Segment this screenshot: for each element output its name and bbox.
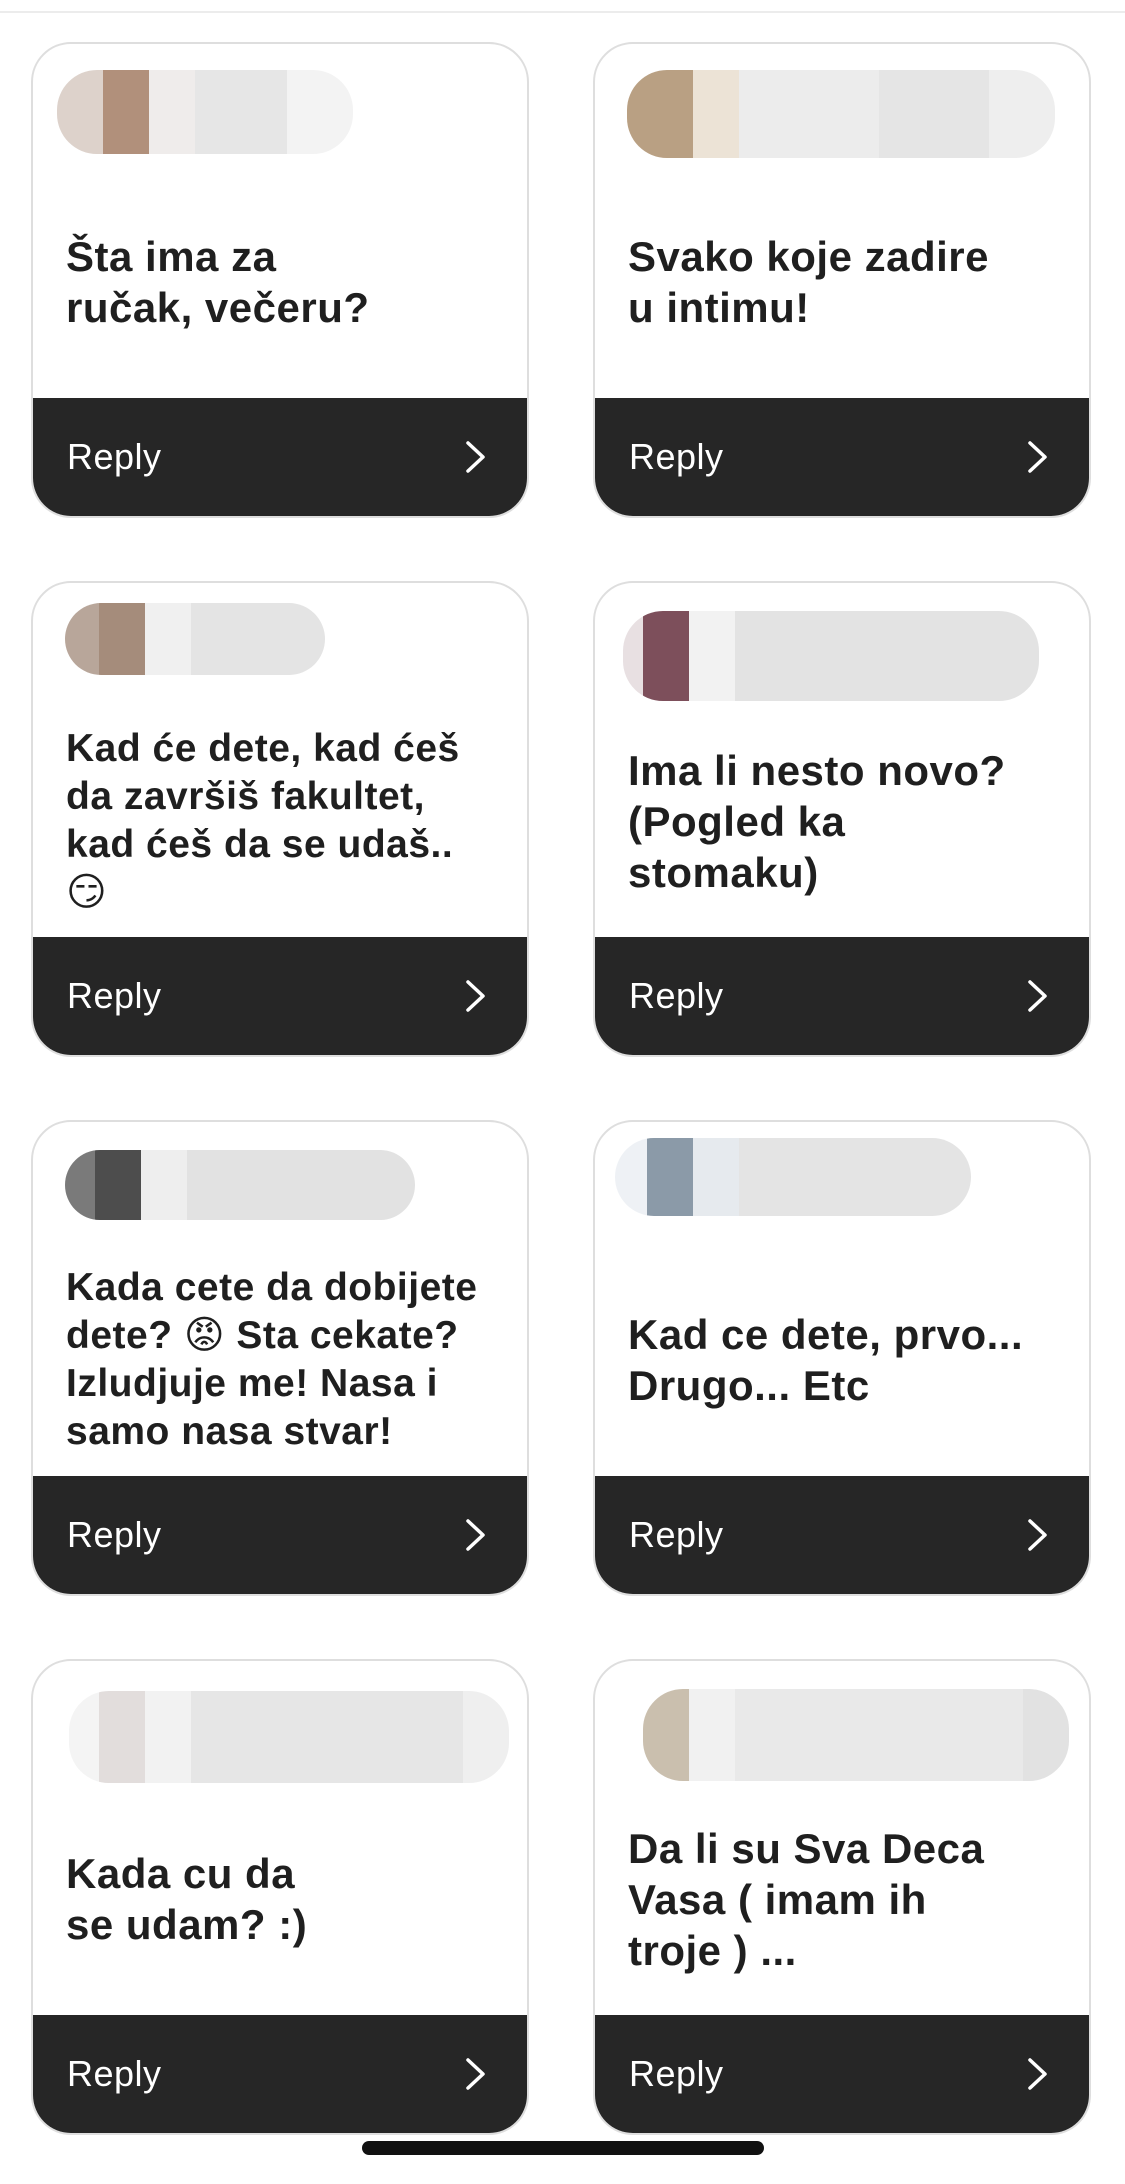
blurred-avatar-and-username — [643, 1689, 1069, 1781]
reply-button[interactable]: Reply — [33, 2015, 527, 2133]
reply-label: Reply — [629, 975, 724, 1016]
blurred-avatar-and-username — [615, 1138, 971, 1216]
response-sender — [33, 583, 527, 703]
chevron-right-icon — [459, 2057, 493, 2091]
response-card[interactable]: Ima li nesto novo? (Pogled ka stomaku) R… — [593, 581, 1091, 1057]
response-sender — [33, 44, 527, 164]
response-card[interactable]: Kada cete da dobijete dete? 😡 Sta cekate… — [31, 1120, 529, 1596]
question-text: Kada cu da se udam? :) — [66, 1850, 308, 1948]
blurred-avatar-and-username — [623, 611, 1039, 701]
reply-label: Reply — [67, 2053, 162, 2094]
reply-button[interactable]: Reply — [33, 398, 527, 516]
question-text: Kada cete da dobijete dete? 😡 Sta cekate… — [66, 1266, 478, 1453]
blurred-avatar-and-username — [65, 603, 325, 675]
reply-button[interactable]: Reply — [33, 1476, 527, 1594]
response-sender — [595, 1122, 1089, 1242]
response-card[interactable]: Kad će dete, kad ćeš da završiš fakultet… — [31, 581, 529, 1057]
question-sticker-responses-screen: Šta ima za ručak, večeru? Reply Svako ko… — [0, 0, 1125, 2184]
reply-button[interactable]: Reply — [595, 398, 1089, 516]
response-sender — [595, 1661, 1089, 1781]
response-card[interactable]: Kada cu da se udam? :) Reply — [31, 1659, 529, 2135]
response-card[interactable]: Kad ce dete, prvo... Drugo... Etc Reply — [593, 1120, 1091, 1596]
response-sender — [33, 1122, 527, 1242]
response-card[interactable]: Da li su Sva Deca Vasa ( imam ih troje )… — [593, 1659, 1091, 2135]
response-sender — [595, 583, 1089, 703]
reply-label: Reply — [67, 436, 162, 477]
chevron-right-icon — [459, 979, 493, 1013]
reply-button[interactable]: Reply — [595, 1476, 1089, 1594]
blurred-avatar-and-username — [65, 1150, 415, 1220]
question-text: Da li su Sva Deca Vasa ( imam ih troje )… — [628, 1824, 985, 1974]
reply-label: Reply — [67, 975, 162, 1016]
response-card[interactable]: Šta ima za ručak, večeru? Reply — [31, 42, 529, 518]
reply-label: Reply — [629, 436, 724, 477]
chevron-right-icon — [1021, 979, 1055, 1013]
home-indicator[interactable] — [362, 2141, 764, 2155]
blurred-avatar-and-username — [627, 70, 1055, 158]
top-divider — [0, 11, 1125, 13]
response-sender — [33, 1661, 527, 1783]
reply-label: Reply — [67, 1514, 162, 1555]
chevron-right-icon — [1021, 440, 1055, 474]
question-text: Svako koje zadire u intimu! — [628, 233, 990, 331]
response-sender — [595, 44, 1089, 164]
reply-button[interactable]: Reply — [595, 2015, 1089, 2133]
chevron-right-icon — [459, 1518, 493, 1552]
question-text: Šta ima za ručak, večeru? — [66, 233, 370, 331]
reply-label: Reply — [629, 1514, 724, 1555]
question-text: Kad ce dete, prvo... Drugo... Etc — [628, 1311, 1024, 1409]
blurred-avatar-and-username — [57, 70, 353, 154]
reply-button[interactable]: Reply — [595, 937, 1089, 1055]
blurred-avatar-and-username — [69, 1691, 509, 1783]
question-text: Ima li nesto novo? (Pogled ka stomaku) — [628, 746, 1006, 896]
reply-button[interactable]: Reply — [33, 937, 527, 1055]
chevron-right-icon — [1021, 2057, 1055, 2091]
chevron-right-icon — [459, 440, 493, 474]
question-text: Kad će dete, kad ćeš da završiš fakultet… — [66, 727, 460, 914]
response-card[interactable]: Svako koje zadire u intimu! Reply — [593, 42, 1091, 518]
reply-label: Reply — [629, 2053, 724, 2094]
chevron-right-icon — [1021, 1518, 1055, 1552]
